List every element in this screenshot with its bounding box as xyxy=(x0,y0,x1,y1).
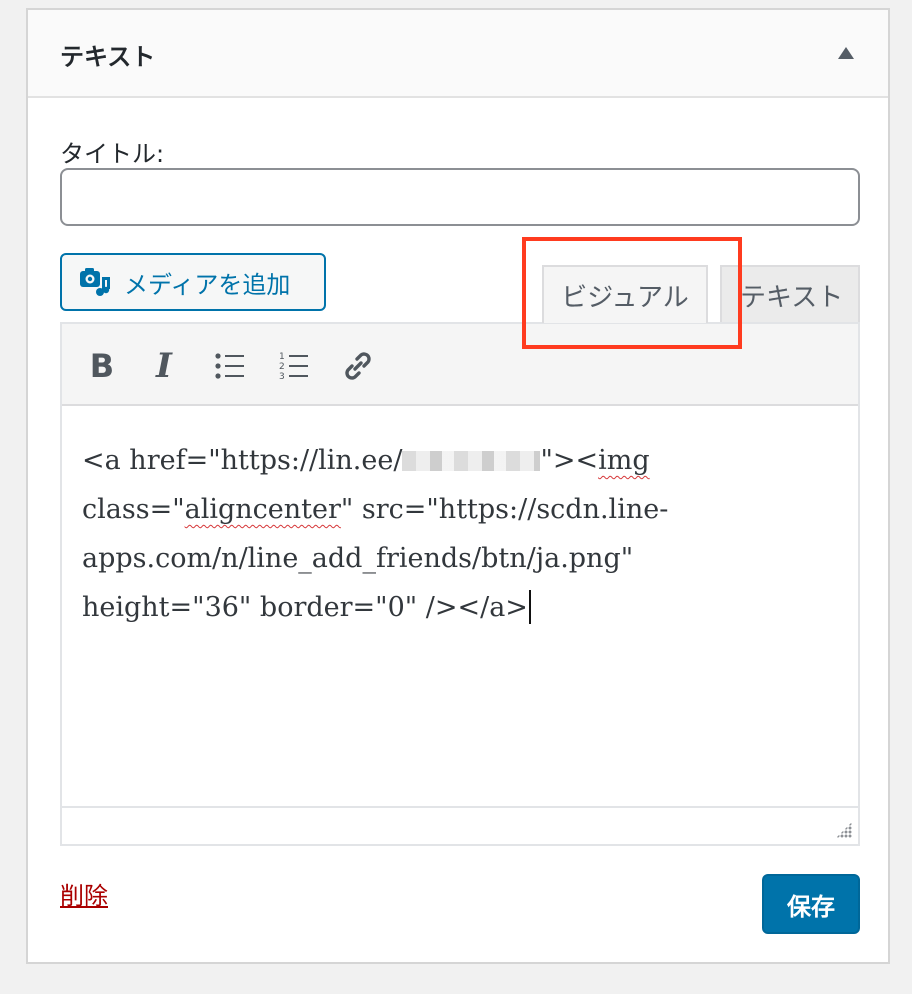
add-media-label: メディアを追加 xyxy=(124,270,291,299)
insert-link-button[interactable] xyxy=(336,344,380,388)
code-line-3: apps.com/n/line_add_friends/btn/ja.png" xyxy=(82,543,634,574)
code-line-2a: class=" xyxy=(82,494,185,525)
code-line-4: height="36" border="0" /></a> xyxy=(82,592,528,623)
code-line-2b: " src="https://scdn.line- xyxy=(340,494,669,525)
tab-text[interactable]: テキスト xyxy=(720,265,860,323)
code-line-2-spell: aligncenter xyxy=(184,494,341,525)
save-button[interactable]: 保存 xyxy=(762,874,860,934)
title-input[interactable] xyxy=(60,168,860,226)
editor-statusbar xyxy=(62,806,858,844)
code-line-1b: ">< xyxy=(540,445,599,476)
tab-visual[interactable]: ビジュアル xyxy=(542,265,708,323)
redacted-id xyxy=(402,451,541,471)
title-label: タイトル: xyxy=(60,140,165,168)
svg-text:1: 1 xyxy=(279,352,285,362)
add-media-button[interactable]: メディアを追加 xyxy=(60,253,326,311)
code-line-1a: <a href="https://lin.ee/ xyxy=(82,445,403,476)
bold-button[interactable]: B xyxy=(80,344,124,388)
editor-content[interactable]: <a href="https://lin.ee/ "><img class="al… xyxy=(82,436,802,632)
bulleted-list-icon xyxy=(215,353,244,379)
bulleted-list-button[interactable] xyxy=(208,344,252,388)
svg-text:3: 3 xyxy=(279,372,285,381)
editor-area: B I 1 2 3 <a href="https://lin.ee/ "><im… xyxy=(60,322,860,846)
delete-link[interactable]: 削除 xyxy=(60,876,108,911)
link-icon xyxy=(345,352,371,380)
numbered-list-icon: 1 2 3 xyxy=(279,352,308,381)
widget-header[interactable]: テキスト xyxy=(28,10,888,98)
widget-title: テキスト xyxy=(60,43,156,71)
text-caret xyxy=(528,590,531,624)
numbered-list-button[interactable]: 1 2 3 xyxy=(272,344,316,388)
text-widget: テキスト タイトル: メディアを追加 ビジュアル テキスト B I 1 2 3 … xyxy=(26,8,890,964)
resize-handle-icon[interactable] xyxy=(836,822,852,838)
code-line-1-img: img xyxy=(598,445,650,476)
svg-text:2: 2 xyxy=(279,362,285,372)
editor-toolbar: B I 1 2 3 xyxy=(62,324,858,406)
media-camera-music-icon xyxy=(80,268,110,296)
collapse-arrow-icon[interactable] xyxy=(838,47,854,59)
italic-button[interactable]: I xyxy=(142,344,186,388)
